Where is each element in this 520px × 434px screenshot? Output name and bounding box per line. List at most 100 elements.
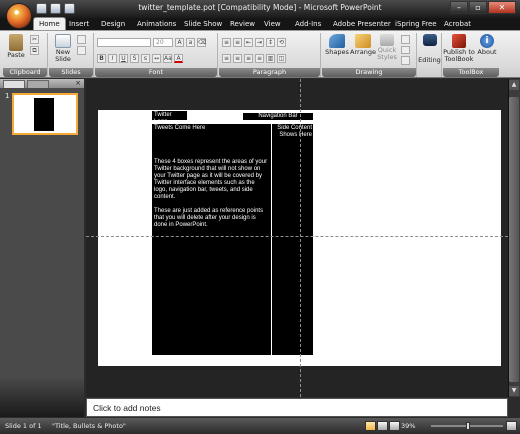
copy-icon[interactable]: ⧉ (30, 46, 39, 55)
shadow-icon[interactable]: s (141, 53, 150, 63)
cut-icon[interactable]: ✂ (30, 35, 39, 44)
align-right-icon[interactable]: ≡ (244, 53, 253, 63)
columns-icon[interactable]: ▥ (266, 53, 275, 63)
line-spacing-icon[interactable]: ↕ (266, 37, 275, 47)
office-button[interactable] (6, 3, 32, 29)
tab-adobe-presenter[interactable]: Adobe Presenter (333, 18, 391, 30)
zoom-slider-knob[interactable] (466, 422, 470, 430)
paste-icon (9, 34, 23, 51)
status-bar: Slide 1 of 1 "Title, Bullets & Photo" 39… (0, 418, 520, 434)
vertical-guide[interactable] (300, 79, 301, 397)
scroll-down-icon[interactable]: ▼ (509, 386, 519, 396)
horizontal-guide[interactable] (86, 236, 508, 237)
zoom-level[interactable]: 39% (401, 422, 415, 430)
maximize-button[interactable]: ▫ (469, 1, 487, 14)
tab-review[interactable]: Review (230, 18, 255, 30)
editing-button[interactable] (419, 34, 441, 47)
paragraph-group-label: Paragraph (219, 68, 320, 77)
font-size-combo[interactable]: 20 (153, 37, 173, 47)
close-button[interactable]: ✕ (488, 1, 516, 14)
new-slide-button[interactable]: New Slide (52, 34, 74, 63)
ribbon: Paste ✂ ⧉ Clipboard New Slide Slides 20 … (0, 30, 520, 78)
slide-number: 1 (5, 92, 10, 100)
smartart-icon[interactable]: ◫ (277, 53, 286, 63)
info-paragraph-2: These are just added as reference points… (154, 208, 264, 228)
side-content-box[interactable]: Side Content Shows Here (272, 124, 313, 355)
info-paragraph-1: These 4 boxes represent the areas of you… (154, 159, 268, 200)
align-center-icon[interactable]: ≡ (233, 53, 242, 63)
layout-icon[interactable] (77, 35, 86, 44)
text-direction-icon[interactable]: ⟲ (277, 37, 286, 47)
bullets-icon[interactable]: ≡ (222, 37, 231, 47)
slide-thumbnail[interactable] (12, 93, 78, 135)
slides-pane: × 1 (0, 79, 84, 417)
italic-icon[interactable]: I (108, 53, 117, 63)
side-content-label-1: Side Content (277, 125, 312, 131)
tab-animations[interactable]: Animations (137, 18, 176, 30)
align-left-icon[interactable]: ≡ (222, 53, 231, 63)
quick-styles-icon (380, 34, 394, 46)
clear-format-icon[interactable]: ⌫ (197, 37, 206, 47)
theme-name[interactable]: "Title, Bullets & Photo" (52, 422, 126, 430)
normal-view-icon[interactable] (365, 421, 376, 431)
editing-group-label: Editing (418, 56, 441, 64)
tab-add-ins[interactable]: Add-Ins (295, 18, 321, 30)
tab-insert[interactable]: Insert (69, 18, 89, 30)
grow-font-icon[interactable]: A (175, 37, 184, 47)
decrease-indent-icon[interactable]: ⇤ (244, 37, 253, 47)
underline-icon[interactable]: U (119, 53, 128, 63)
vertical-scrollbar[interactable]: ▲ ▼ (508, 79, 520, 397)
minimize-button[interactable]: – (450, 1, 468, 14)
window-title: twitter_template.pot [Compatibility Mode… (138, 3, 382, 12)
fit-to-window-icon[interactable] (506, 421, 517, 431)
tab-home[interactable]: Home (33, 17, 66, 30)
quick-styles-button[interactable]: Quick Styles (376, 34, 398, 61)
twitter-logo-box[interactable]: Twitter Logo (152, 111, 187, 125)
shrink-font-icon[interactable]: a (186, 37, 195, 47)
tweets-box[interactable]: Tweets Come Here These 4 boxes represent… (152, 124, 271, 355)
navigation-bar-box[interactable]: Navigation Bar (243, 113, 313, 120)
shape-outline-icon[interactable] (401, 45, 410, 55)
outline-tab[interactable] (27, 80, 49, 88)
paste-button[interactable]: Paste (5, 34, 27, 59)
about-button[interactable]: i About (476, 34, 498, 56)
case-icon[interactable]: Aa (163, 53, 172, 63)
tab-acrobat[interactable]: Acrobat (444, 18, 471, 30)
view-buttons (365, 421, 400, 431)
strikethrough-icon[interactable]: S (130, 53, 139, 63)
clipboard-group-label: Clipboard (3, 68, 47, 77)
slide-show-icon[interactable] (389, 421, 400, 431)
drawing-group: Shapes Arrange Quick Styles Drawing (322, 33, 417, 77)
increase-indent-icon[interactable]: ⇥ (255, 37, 264, 47)
tab-slide-show[interactable]: Slide Show (184, 18, 222, 30)
font-color-icon[interactable]: A (174, 53, 183, 63)
arrange-button[interactable]: Arrange (350, 34, 376, 56)
reset-icon[interactable] (77, 46, 86, 55)
pane-close-icon[interactable]: × (75, 79, 81, 87)
tab-view[interactable]: View (264, 18, 281, 30)
numbering-icon[interactable]: ≡ (233, 37, 242, 47)
shape-effects-icon[interactable] (401, 56, 410, 66)
shapes-button[interactable]: Shapes (324, 34, 350, 56)
tab-ispring-free[interactable]: iSpring Free (395, 18, 437, 30)
font-group-label: Font (95, 68, 217, 77)
shape-fill-icon[interactable] (401, 35, 410, 44)
tab-design[interactable]: Design (101, 18, 125, 30)
drawing-group-label: Drawing (322, 68, 416, 77)
toolbox-group-label: ToolBox (443, 68, 499, 77)
font-name-combo[interactable] (97, 37, 151, 47)
notes-placeholder[interactable]: Click to add notes (93, 403, 161, 413)
powerpoint-window: twitter_template.pot [Compatibility Mode… (0, 0, 520, 434)
notes-pane[interactable]: Click to add notes (86, 398, 508, 417)
publish-icon (452, 34, 466, 48)
scroll-thumb[interactable] (509, 97, 519, 382)
justify-icon[interactable]: ≡ (255, 53, 264, 63)
scroll-up-icon[interactable]: ▲ (509, 80, 519, 90)
slide-sorter-icon[interactable] (377, 421, 388, 431)
spacing-icon[interactable]: ↔ (152, 53, 161, 63)
publish-toolbook-button[interactable]: Publish to ToolBook (443, 34, 475, 63)
slide-editing-area: Twitter Logo Navigation Bar Tweets Come … (86, 79, 520, 397)
slides-tab[interactable] (3, 80, 25, 88)
bold-icon[interactable]: B (97, 53, 106, 63)
slides-pane-header: × (0, 79, 84, 88)
